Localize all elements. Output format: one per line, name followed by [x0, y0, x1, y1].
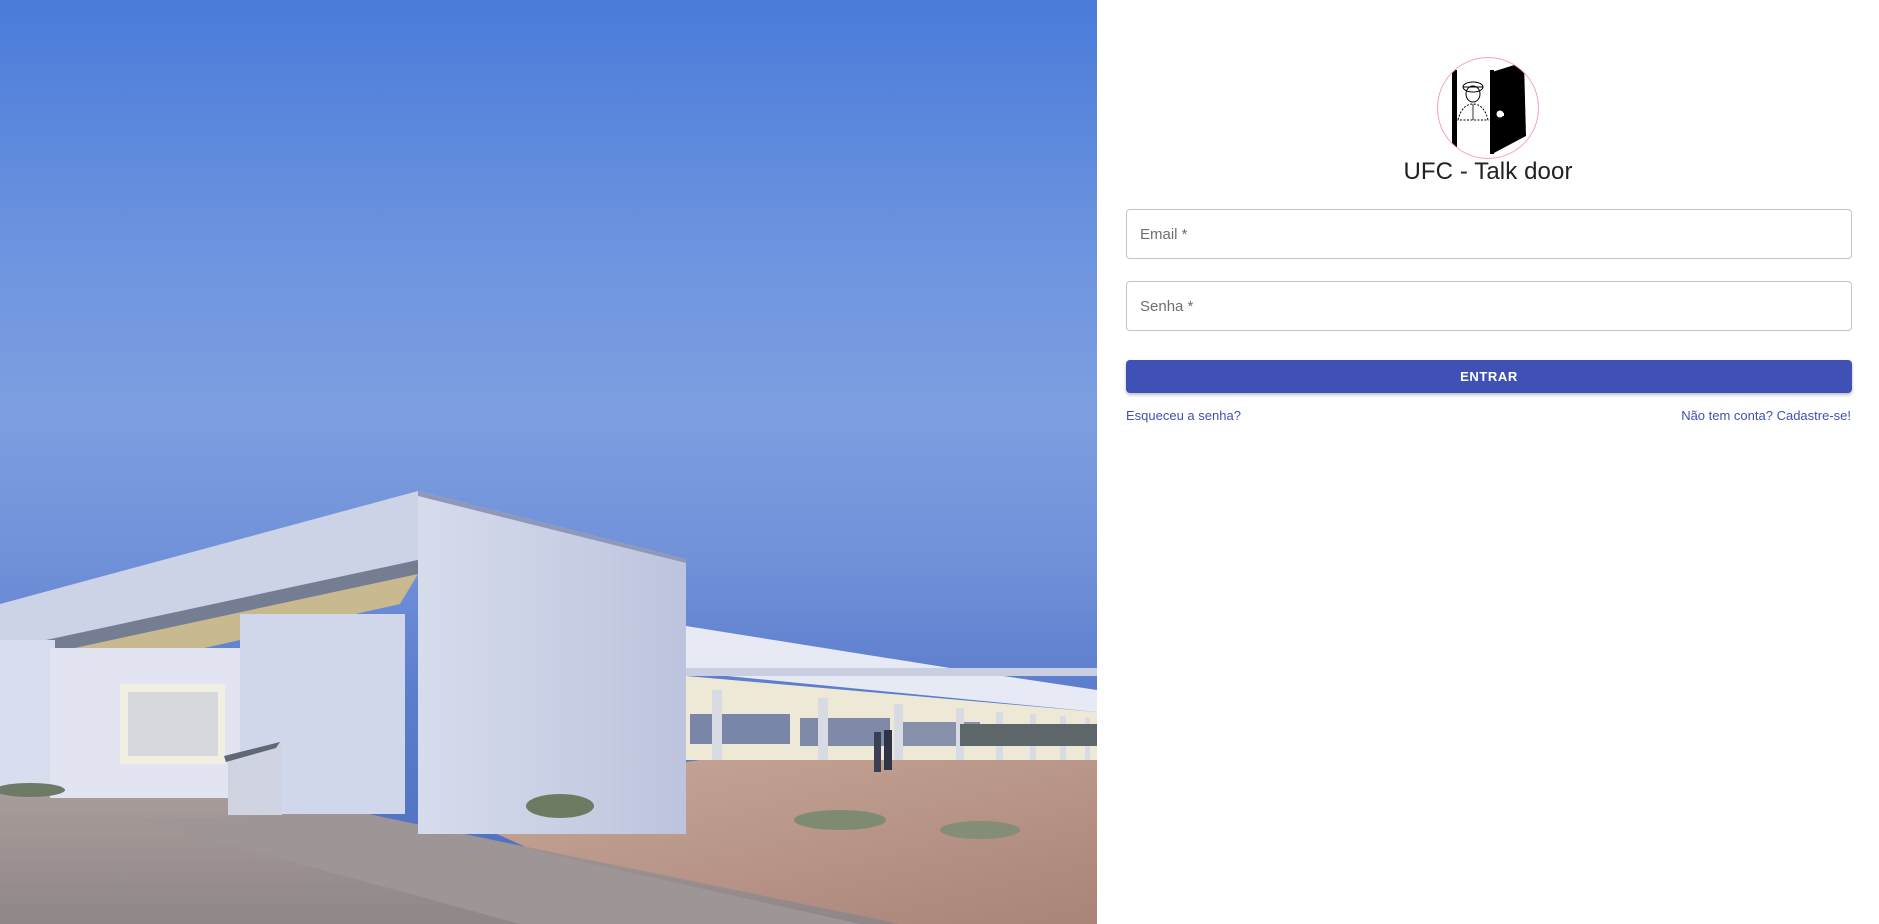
login-panel: UFC - Talk door ENTRAR Esqueceu a senha?… — [1097, 0, 1879, 924]
email-field[interactable] — [1126, 209, 1852, 259]
email-input[interactable] — [1127, 210, 1851, 258]
password-field[interactable] — [1126, 281, 1852, 331]
hero-image — [0, 0, 1097, 924]
login-button[interactable]: ENTRAR — [1126, 360, 1852, 393]
signup-link[interactable]: Não tem conta? Cadastre-se! — [1681, 408, 1851, 423]
forgot-password-link[interactable]: Esqueceu a senha? — [1126, 408, 1241, 423]
password-input[interactable] — [1127, 282, 1851, 330]
door-person-logo-icon — [1437, 57, 1539, 159]
login-page: UFC - Talk door ENTRAR Esqueceu a senha?… — [0, 0, 1879, 924]
app-title: UFC - Talk door — [1403, 158, 1573, 185]
campus-building-illustration — [0, 491, 1097, 924]
